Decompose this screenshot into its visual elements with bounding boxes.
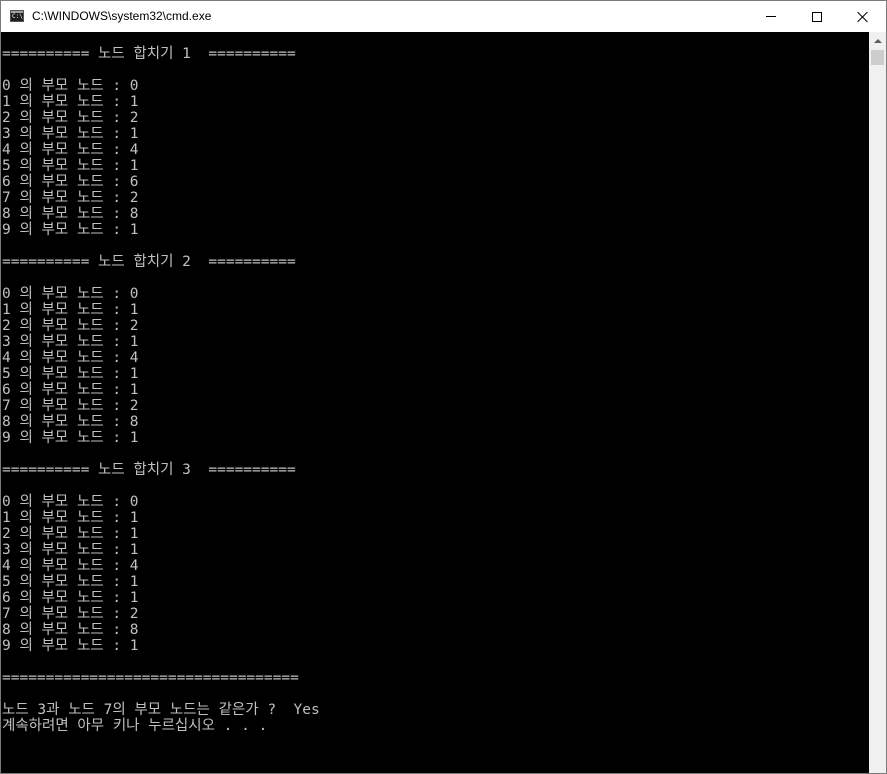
maximize-icon	[812, 11, 822, 22]
console-line: 3 의 부모 노드 : 1	[2, 542, 139, 558]
console-line: ========== 노드 합치기 1 ==========	[2, 46, 296, 62]
title-bar[interactable]: C:\WINDOWS\system32\cmd.exe	[1, 1, 886, 32]
maximize-button[interactable]	[794, 1, 840, 32]
console-line: 5 의 부모 노드 : 1	[2, 158, 139, 174]
console-line: 1 의 부모 노드 : 1	[2, 302, 139, 318]
arrow-up-icon	[873, 38, 882, 43]
console-line: 7 의 부모 노드 : 2	[2, 398, 139, 414]
minimize-icon	[766, 16, 776, 17]
console-line: ========== 노드 합치기 3 ==========	[2, 462, 296, 478]
console-line: 6 의 부모 노드 : 1	[2, 382, 139, 398]
console-text: ========== 노드 합치기 1 ========== 0 의 부모 노드 …	[1, 32, 869, 734]
console-line: 6 의 부모 노드 : 1	[2, 590, 139, 606]
minimize-button[interactable]	[748, 1, 794, 32]
console-line: 4 의 부모 노드 : 4	[2, 558, 139, 574]
console-line: 2 의 부모 노드 : 1	[2, 526, 139, 542]
console-line: 3 의 부모 노드 : 1	[2, 126, 139, 142]
close-button[interactable]	[840, 1, 886, 32]
vertical-scrollbar[interactable]	[869, 32, 886, 773]
cmd-window: C:\WINDOWS\system32\cmd.exe ========== 노…	[0, 0, 887, 774]
console-line: 1 의 부모 노드 : 1	[2, 510, 139, 526]
close-icon	[857, 11, 869, 23]
console-line: 9 의 부모 노드 : 1	[2, 638, 139, 654]
console-line: 노드 3과 노드 7의 부모 노드는 같은가 ? Yes	[2, 702, 320, 718]
console-line: 8 의 부모 노드 : 8	[2, 622, 139, 638]
console-line: 4 의 부모 노드 : 4	[2, 142, 139, 158]
console-output[interactable]: ========== 노드 합치기 1 ========== 0 의 부모 노드 …	[1, 32, 869, 773]
console-line: 2 의 부모 노드 : 2	[2, 318, 139, 334]
scroll-up-button[interactable]	[869, 32, 886, 49]
console-line: 9 의 부모 노드 : 1	[2, 222, 139, 238]
console-line: 0 의 부모 노드 : 0	[2, 78, 139, 94]
console-line: 6 의 부모 노드 : 6	[2, 174, 139, 190]
window-title: C:\WINDOWS\system32\cmd.exe	[32, 9, 212, 23]
console-line: 7 의 부모 노드 : 2	[2, 190, 139, 206]
console-line: 0 의 부모 노드 : 0	[2, 494, 139, 510]
console-line: 8 의 부모 노드 : 8	[2, 414, 139, 430]
console-line: 계속하려면 아무 키나 누르십시오 . . .	[2, 718, 268, 734]
console-line: ========== 노드 합치기 2 ==========	[2, 254, 296, 270]
console-line: 4 의 부모 노드 : 4	[2, 350, 139, 366]
console-line: 9 의 부모 노드 : 1	[2, 430, 139, 446]
console-line: 2 의 부모 노드 : 2	[2, 110, 139, 126]
console-line: 5 의 부모 노드 : 1	[2, 574, 139, 590]
console-line: 1 의 부모 노드 : 1	[2, 94, 139, 110]
scroll-thumb[interactable]	[871, 50, 884, 65]
console-line: ==================================	[2, 670, 299, 686]
cmd-icon	[10, 10, 24, 22]
console-line: 0 의 부모 노드 : 0	[2, 286, 139, 302]
console-line: 8 의 부모 노드 : 8	[2, 206, 139, 222]
console-line: 7 의 부모 노드 : 2	[2, 606, 139, 622]
console-line: 5 의 부모 노드 : 1	[2, 366, 139, 382]
console-line: 3 의 부모 노드 : 1	[2, 334, 139, 350]
